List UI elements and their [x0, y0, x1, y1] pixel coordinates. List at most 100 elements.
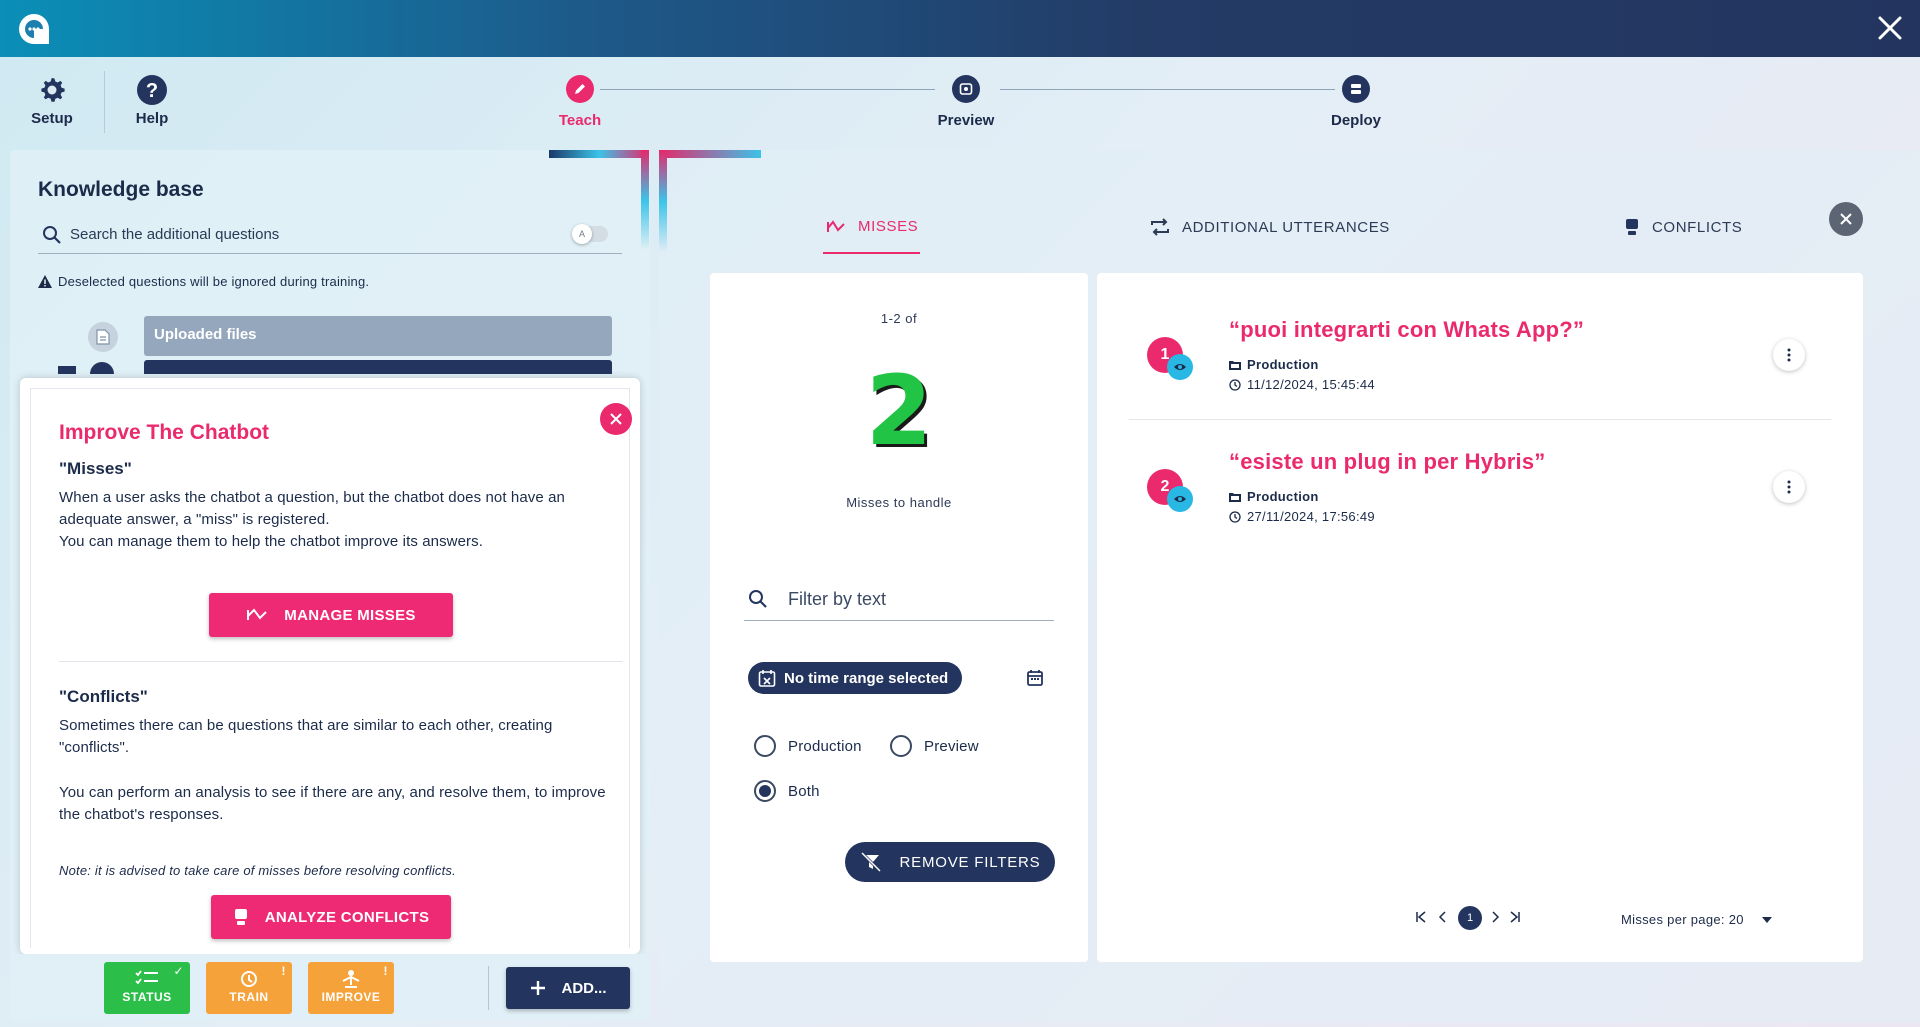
tab-additional-utterances[interactable]: ADDITIONAL UTTERANCES — [1150, 218, 1390, 236]
preview-icon — [952, 75, 980, 103]
search-icon — [749, 590, 767, 608]
tab-misses[interactable]: MISSES — [826, 218, 918, 235]
stepper-line — [1000, 89, 1335, 90]
eye-icon — [1167, 354, 1193, 380]
current-page[interactable]: 1 — [1458, 906, 1482, 930]
prev-page-icon[interactable] — [1437, 911, 1449, 923]
conflicts-description: Sometimes there can be questions that ar… — [59, 717, 553, 756]
radio-label: Preview — [924, 737, 979, 755]
per-page-label: Misses per page: 20 — [1621, 912, 1744, 927]
remove-filters-button[interactable]: REMOVE FILTERS — [845, 842, 1055, 882]
accent-stripe — [549, 150, 649, 158]
calendar-icon[interactable] — [1026, 669, 1044, 687]
improve-button[interactable]: ! IMPROVE — [308, 962, 394, 1014]
close-icon — [610, 413, 622, 425]
miss-timestamp: 11/12/2024, 15:45:44 — [1229, 377, 1375, 392]
first-page-icon[interactable] — [1415, 911, 1427, 923]
improve-content: Improve The Chatbot "Misses" When a user… — [30, 388, 632, 948]
uploaded-files-item[interactable]: Uploaded files — [144, 316, 612, 356]
train-label: TRAIN — [229, 990, 269, 1004]
radio-production[interactable]: Production — [754, 735, 862, 757]
status-label: STATUS — [122, 990, 172, 1004]
manage-misses-label: MANAGE MISSES — [284, 606, 416, 624]
close-panel-button[interactable] — [1829, 202, 1863, 236]
close-popup-button[interactable] — [600, 403, 632, 435]
spellcheck-toggle[interactable]: A — [572, 224, 608, 244]
clock-icon — [1229, 510, 1241, 523]
kb-search-input[interactable] — [70, 222, 550, 246]
document-icon — [88, 322, 118, 352]
more-options-button[interactable] — [1773, 339, 1805, 371]
last-page-icon[interactable] — [1509, 911, 1521, 923]
kb-category-item[interactable] — [144, 360, 612, 374]
radio-circle — [754, 735, 776, 757]
miss-timestamp: 27/11/2024, 17:56:49 — [1229, 509, 1375, 524]
help-icon: ? — [137, 75, 167, 105]
conflicts-icon — [234, 909, 247, 925]
remove-filters-label: REMOVE FILTERS — [899, 853, 1041, 871]
divider — [59, 661, 623, 662]
pencil-icon — [566, 75, 594, 103]
help-button[interactable]: ? Help — [112, 74, 192, 127]
status-button[interactable]: ✓ STATUS — [104, 962, 190, 1014]
filter-card: 1-2 of 2 Misses to handle No time range … — [710, 273, 1088, 962]
close-icon — [1840, 213, 1852, 225]
add-button[interactable]: ADD... — [506, 967, 630, 1009]
analyze-conflicts-label: ANALYZE CONFLICTS — [264, 908, 430, 926]
more-options-button[interactable] — [1773, 471, 1805, 503]
range-label: 1-2 of — [880, 311, 918, 326]
train-button[interactable]: ! TRAIN — [206, 962, 292, 1014]
folder-icon — [1229, 360, 1241, 370]
radio-preview[interactable]: Preview — [890, 735, 979, 757]
top-bar — [0, 0, 1920, 57]
conflicts-help-text: You can perform an analysis to see if th… — [59, 784, 606, 823]
time-range-chip[interactable]: No time range selected — [748, 662, 963, 694]
misses-description: When a user asks the chatbot a question,… — [59, 489, 565, 528]
stepper-line — [600, 89, 935, 90]
setup-button[interactable]: Setup — [12, 74, 92, 127]
repeat-icon — [1151, 218, 1169, 236]
header-nav: Setup ? Help Teach Preview Deploy — [0, 57, 1920, 150]
train-icon — [241, 971, 257, 987]
spellcheck-icon: A — [572, 224, 592, 244]
next-page-icon[interactable] — [1489, 911, 1501, 923]
search-icon — [43, 226, 61, 244]
time-range-label: No time range selected — [784, 669, 949, 687]
manage-misses-button[interactable]: MANAGE MISSES — [209, 593, 453, 637]
step-teach[interactable]: Teach — [520, 75, 640, 129]
plus-icon — [530, 981, 545, 995]
step-label: Teach — [558, 112, 602, 129]
misses-caption: Misses to handle — [846, 495, 952, 510]
help-label: Help — [135, 110, 169, 127]
filter-text-input[interactable] — [788, 587, 1038, 611]
tab-conflicts[interactable]: CONFLICTS — [1624, 218, 1742, 236]
radio-label: Both — [788, 782, 820, 800]
checklist-icon — [135, 970, 158, 985]
misses-list: 1 “puoi integrarti con Whats App?” Produ… — [1097, 273, 1863, 962]
env-label: Production — [1247, 357, 1319, 372]
step-deploy[interactable]: Deploy — [1296, 75, 1416, 129]
check-icon: ✓ — [173, 964, 184, 978]
misses-heading: "Misses" — [59, 459, 132, 478]
kebab-icon — [1787, 348, 1791, 362]
per-page-select[interactable]: Misses per page: 20 — [1621, 912, 1772, 927]
analyze-conflicts-button[interactable]: ANALYZE CONFLICTS — [211, 895, 451, 939]
improve-title: Improve The Chatbot — [59, 421, 270, 444]
miss-question: “puoi integrarti con Whats App?” — [1229, 317, 1585, 342]
deselect-warning: Deselected questions will be ignored dur… — [38, 274, 369, 289]
eye-icon — [1167, 486, 1193, 512]
misses-help-text: You can manage them to help the chatbot … — [59, 533, 484, 550]
close-window-icon[interactable] — [1874, 12, 1906, 44]
warning-text: Deselected questions will be ignored dur… — [58, 274, 370, 289]
filter-text — [744, 573, 1054, 621]
accent-stripe — [641, 150, 649, 250]
step-preview[interactable]: Preview — [906, 75, 1026, 129]
svg-text:?: ? — [146, 80, 158, 102]
filter-off-icon — [860, 851, 881, 873]
checkbox[interactable] — [58, 366, 76, 374]
misses-icon — [827, 219, 845, 232]
accent-stripe — [659, 150, 761, 158]
clock-icon — [1229, 378, 1241, 391]
radio-both[interactable]: Both — [754, 780, 820, 802]
server-icon — [1342, 75, 1370, 103]
